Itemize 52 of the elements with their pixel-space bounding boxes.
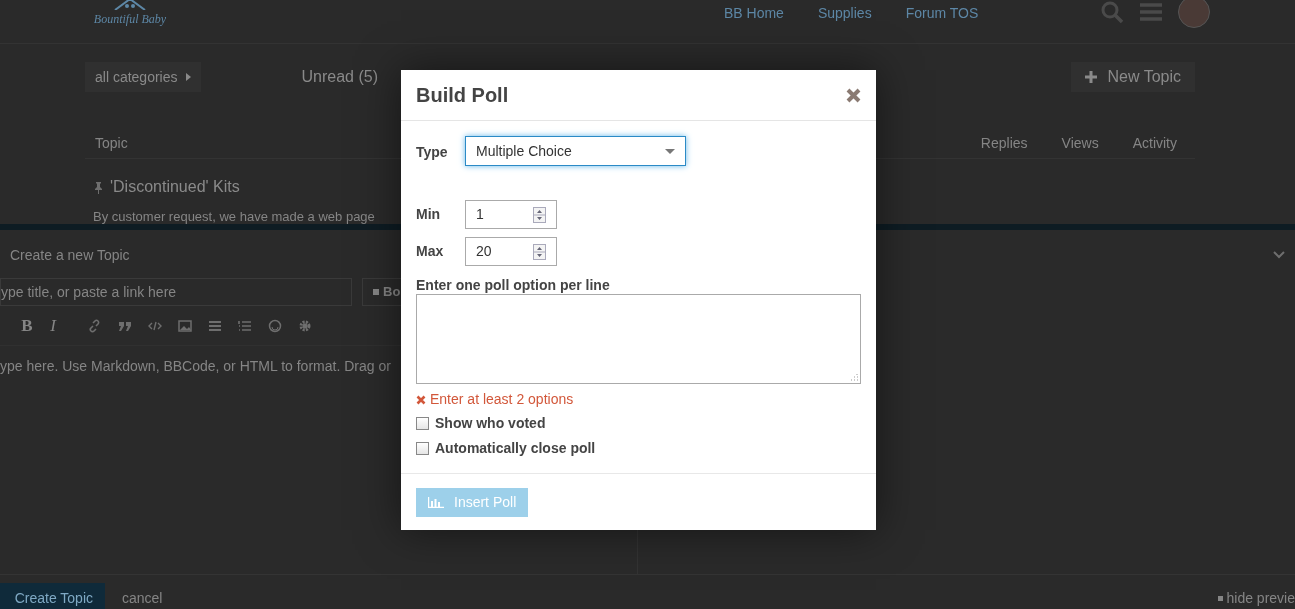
field-label: Min xyxy=(416,205,442,224)
create-topic-button[interactable]: Create Topic xyxy=(0,582,105,609)
search-icon[interactable] xyxy=(1100,0,1124,24)
hide-preview-link[interactable]: hide previe xyxy=(1217,588,1295,609)
cancel-link[interactable]: cancel xyxy=(122,588,163,609)
smiley-icon[interactable] xyxy=(268,318,282,333)
min-input[interactable]: 1 xyxy=(465,200,557,229)
topic-excerpt: By customer request, we have made a web page xyxy=(93,209,375,224)
topic-title[interactable]: 'Discontinued' Kits xyxy=(110,175,240,199)
logo-text[interactable]: Bountiful Baby xyxy=(93,12,167,26)
caret-icon xyxy=(185,73,191,81)
spinner-icon[interactable] xyxy=(533,243,546,260)
error-icon xyxy=(416,394,426,405)
plus-icon xyxy=(1085,71,1098,83)
nav-link[interactable]: Forum TOS xyxy=(905,3,979,24)
type-select[interactable]: Multiple Choice xyxy=(465,136,686,166)
field-label: Type xyxy=(416,143,449,162)
column-header[interactable]: Replies xyxy=(980,133,1028,154)
column-header[interactable]: Views xyxy=(1061,133,1099,154)
bold-button[interactable]: B xyxy=(14,312,40,339)
nav-link[interactable]: Supplies xyxy=(817,3,872,24)
checkbox[interactable] xyxy=(416,417,429,430)
dialog-title: Build Poll xyxy=(416,83,509,108)
spinner-icon[interactable] xyxy=(533,206,546,223)
column-header[interactable]: Topic xyxy=(95,133,128,154)
options-textarea[interactable] xyxy=(416,294,861,384)
chevron-down-icon[interactable] xyxy=(1273,251,1285,259)
max-input[interactable]: 20 xyxy=(465,237,557,266)
avatar[interactable] xyxy=(1178,0,1210,28)
category-dropdown[interactable]: all categories xyxy=(85,62,201,92)
menu-icon[interactable] xyxy=(1140,3,1162,21)
nav-link[interactable]: BB Home xyxy=(724,3,784,24)
close-icon[interactable] xyxy=(846,87,861,103)
composer-title: Create a new Topic xyxy=(10,245,130,265)
checkbox[interactable] xyxy=(416,442,429,455)
error-message: Enter at least 2 options xyxy=(430,390,574,409)
bullet-list-icon[interactable] xyxy=(208,318,222,333)
new-topic-button[interactable]: New Topic xyxy=(1071,62,1195,92)
title-input[interactable]: ype title, or paste a link here xyxy=(0,278,352,306)
italic-button[interactable]: I xyxy=(40,312,66,339)
image-icon[interactable] xyxy=(178,318,192,333)
checkbox-label: Automatically close poll xyxy=(435,439,596,458)
column-header[interactable]: Activity xyxy=(1132,133,1177,154)
bar-chart-icon xyxy=(428,497,444,508)
settings-icon[interactable] xyxy=(298,318,312,333)
dropdown-caret-icon xyxy=(665,148,675,154)
checkbox-label: Show who voted xyxy=(435,414,546,433)
numbered-list-icon[interactable] xyxy=(238,318,252,333)
filter-tab[interactable]: Unread (5) xyxy=(301,65,378,89)
resize-handle-icon[interactable] xyxy=(851,374,858,381)
field-label: Max xyxy=(416,242,445,261)
link-icon[interactable] xyxy=(88,318,102,333)
